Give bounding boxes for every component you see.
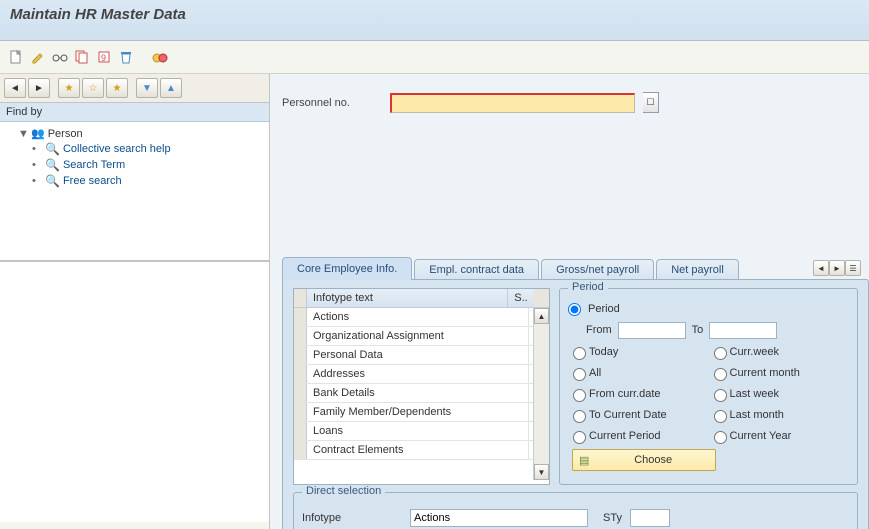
infotype-col-header[interactable]: Infotype text [307,289,508,307]
tab-gross-net-payroll[interactable]: Gross/net payroll [541,259,654,280]
window-title: Maintain HR Master Data [0,0,869,41]
period-radio-currmonth[interactable] [714,368,727,381]
period-radio-curryear[interactable] [714,431,727,444]
binoculars-icon: 🔍 [45,142,60,156]
binoculars-icon: 🔍 [45,158,60,172]
sidebar-toolbar: ◄ ► ★ ☆ ★ ▼ ▲ [0,74,269,103]
edit-pencil-icon[interactable] [30,49,46,65]
nav-forward-button[interactable]: ► [28,78,50,98]
favorite-star-icon[interactable]: ☆ [82,78,104,98]
person-icon: 👥 [31,127,45,140]
from-date-input[interactable] [618,322,686,339]
sty-label: STy [596,512,622,524]
favorite-add-icon[interactable]: ★ [58,78,80,98]
status-col-header[interactable]: S.. [508,289,534,307]
copy-icon[interactable] [74,49,90,65]
period-radio-fromcurr[interactable] [573,389,586,402]
tree-node-search-term[interactable]: •🔍Search Term [4,157,265,173]
table-row[interactable]: Contract Elements [294,441,549,460]
binoculars-icon: 🔍 [45,174,60,188]
personnel-no-label: Personnel no. [282,97,382,109]
period-radio-period[interactable] [568,303,581,316]
table-row[interactable]: Organizational Assignment [294,327,549,346]
radio-label: Current month [730,367,800,379]
period-label: Period [588,303,620,315]
find-by-header: Find by [0,103,269,122]
choose-list-icon: ▤ [579,454,589,467]
personnel-search-help-icon[interactable]: ☐ [643,92,659,113]
scroll-down-icon[interactable]: ▼ [534,464,549,480]
overview-icon[interactable] [152,49,168,65]
delimit-icon[interactable]: 9 [96,49,112,65]
direct-selection-title: Direct selection [302,485,385,497]
direct-selection-groupbox: Direct selection Infotype STy [293,492,858,529]
expand-all-icon[interactable]: ▼ [136,78,158,98]
period-radio-lastweek[interactable] [714,389,727,402]
sidebar-lower-panel [0,261,269,522]
table-row[interactable]: Family Member/Dependents [294,403,549,422]
infotype-input[interactable] [410,509,588,527]
table-row[interactable]: Bank Details [294,384,549,403]
tree-node-free-search[interactable]: •🔍Free search [4,173,265,189]
sty-input[interactable] [630,509,670,527]
nav-tree: ▼👥Person •🔍Collective search help •🔍Sear… [0,122,269,261]
tab-net-payroll[interactable]: Net payroll [656,259,739,280]
tab-strip: Core Employee Info. Empl. contract data … [282,258,869,280]
period-radio-today[interactable] [573,347,586,360]
period-radio-all[interactable] [573,368,586,381]
radio-label: Current Year [730,430,792,442]
table-row[interactable]: Addresses [294,365,549,384]
period-groupbox: Period Period From To Today Curr.week [559,288,858,485]
infotype-table: Infotype text S.. Actions Organizational… [293,288,550,485]
choose-button[interactable]: ▤ Choose [572,449,716,471]
tab-scroll-right-icon[interactable]: ► [829,260,845,276]
delete-trash-icon[interactable] [118,49,134,65]
svg-text:9: 9 [101,53,106,63]
radio-label: Current Period [589,430,661,442]
glasses-icon[interactable] [52,49,68,65]
from-label: From [586,324,612,336]
period-radio-currweek[interactable] [714,347,727,360]
tab-list-icon[interactable]: ☰ [845,260,861,276]
table-row[interactable]: Loans [294,422,549,441]
tab-core-employee[interactable]: Core Employee Info. [282,257,412,280]
to-label: To [692,324,704,336]
main-content: Personnel no. ☐ Core Employee Info. Empl… [270,74,869,529]
radio-label: Today [589,346,618,358]
tree-node-collective-search[interactable]: •🔍Collective search help [4,141,265,157]
scroll-up-icon[interactable]: ▲ [534,308,549,324]
table-row[interactable]: Personal Data [294,346,549,365]
period-box-title: Period [568,281,608,293]
infotype-label: Infotype [302,512,402,524]
main-toolbar: 9 [0,41,869,74]
tab-panel: Infotype text S.. Actions Organizational… [282,279,869,529]
period-radio-currperiod[interactable] [573,431,586,444]
left-sidebar: ◄ ► ★ ☆ ★ ▼ ▲ Find by ▼👥Person •🔍Collect… [0,74,270,529]
radio-label: Curr.week [730,346,780,358]
radio-label: All [589,367,601,379]
radio-label: To Current Date [589,409,667,421]
collapse-all-icon[interactable]: ▲ [160,78,182,98]
nav-back-button[interactable]: ◄ [4,78,26,98]
new-document-icon[interactable] [8,49,24,65]
period-radio-lastmonth[interactable] [714,410,727,423]
toolbar-separator [140,49,146,65]
personnel-no-input[interactable] [390,93,635,113]
tree-node-person[interactable]: ▼👥Person [4,126,265,141]
radio-label: From curr.date [589,388,661,400]
radio-label: Last month [730,409,784,421]
tab-scroll-left-icon[interactable]: ◄ [813,260,829,276]
favorite-manage-icon[interactable]: ★ [106,78,128,98]
radio-label: Last week [730,388,780,400]
to-date-input[interactable] [709,322,777,339]
table-row[interactable]: Actions [294,308,549,327]
period-radio-tocurr[interactable] [573,410,586,423]
tab-empl-contract[interactable]: Empl. contract data [414,259,539,280]
table-scrollbar[interactable]: ▲ ▼ [533,308,549,480]
